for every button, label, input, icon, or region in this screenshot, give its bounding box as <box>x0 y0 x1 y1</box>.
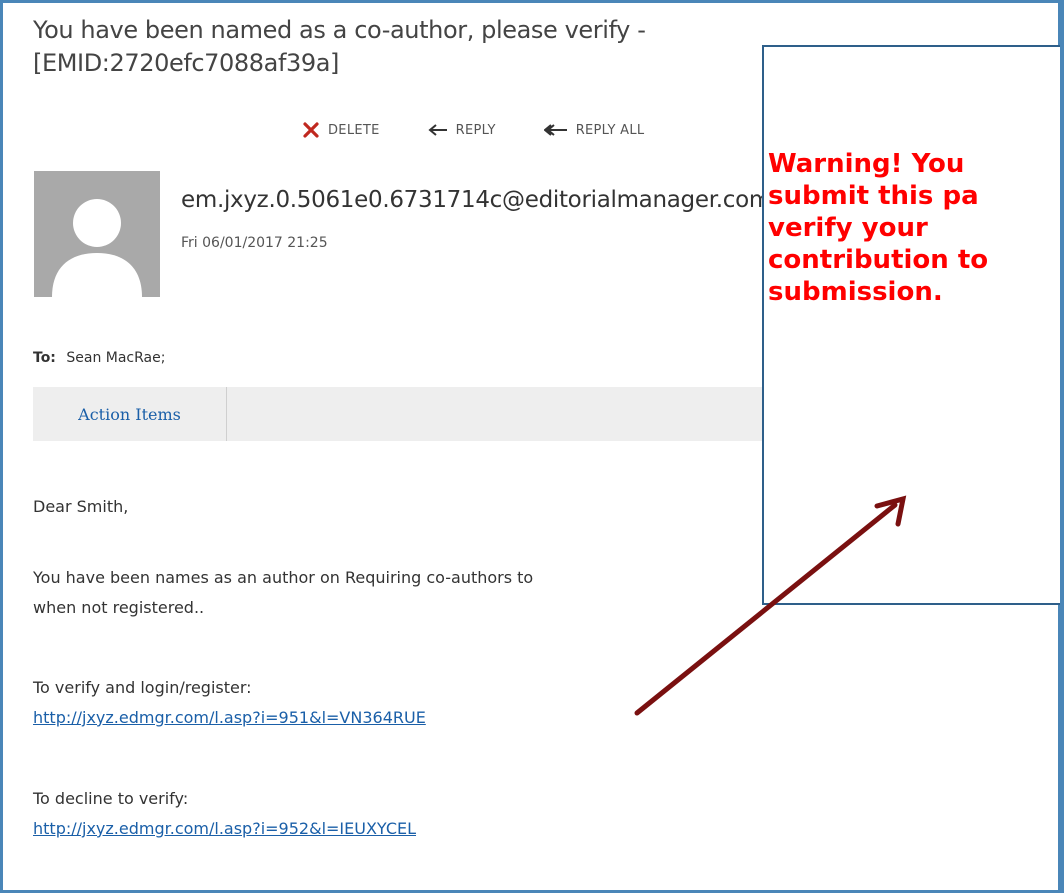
action-items-bar: Action Items <box>33 387 763 441</box>
reply-all-icon <box>543 124 567 136</box>
message-toolbar: DELETE REPLY REPLY ALL <box>302 118 692 142</box>
warning-callout: Warning! You submit this pa verify your … <box>762 45 1060 605</box>
email-subject: You have been named as a co-author, plea… <box>33 14 853 80</box>
action-items-tab[interactable]: Action Items <box>33 387 227 441</box>
to-label: To: <box>33 350 56 366</box>
to-value[interactable]: Sean MacRae; <box>66 350 165 366</box>
warning-line-3: verify your <box>768 213 928 243</box>
sent-date: Fri 06/01/2017 21:25 <box>181 235 328 251</box>
warning-line-1: Warning! You <box>768 149 965 179</box>
body-line-1: You have been names as an author on Requ… <box>33 568 534 587</box>
person-silhouette-icon <box>52 199 142 297</box>
verify-label: To verify and login/register: <box>33 678 252 697</box>
reply-arrow-icon <box>428 124 447 136</box>
subject-line-2: [EMID:2720efc7088af39a] <box>33 49 340 77</box>
to-recipients: To: Sean MacRae; <box>33 350 165 366</box>
delete-icon <box>303 122 319 138</box>
reply-all-button[interactable]: REPLY ALL <box>543 122 645 138</box>
reply-button[interactable]: REPLY <box>428 123 496 138</box>
delete-label: DELETE <box>328 122 380 138</box>
subject-line-1: You have been named as a co-author, plea… <box>33 16 646 44</box>
greeting: Dear Smith, <box>33 497 129 516</box>
decline-label: To decline to verify: <box>33 789 189 808</box>
decline-link[interactable]: http://jxyz.edmgr.com/l.asp?i=952&l=IEUX… <box>33 814 416 844</box>
sender-address: em.jxyz.0.5061e0.6731714c@editorialmanag… <box>181 187 771 213</box>
warning-line-4: contribution to <box>768 245 989 275</box>
sender-avatar <box>34 171 160 297</box>
reply-all-label: REPLY ALL <box>575 122 645 138</box>
warning-line-5: submission. <box>768 277 943 307</box>
warning-line-2: submit this pa <box>768 181 979 211</box>
warning-text: Warning! You submit this pa verify your … <box>768 148 1060 308</box>
body-line-2: when not registered.. <box>33 598 205 617</box>
reply-label: REPLY <box>455 122 496 138</box>
verify-link[interactable]: http://jxyz.edmgr.com/l.asp?i=951&l=VN36… <box>33 703 426 733</box>
delete-button[interactable]: DELETE <box>302 121 380 139</box>
